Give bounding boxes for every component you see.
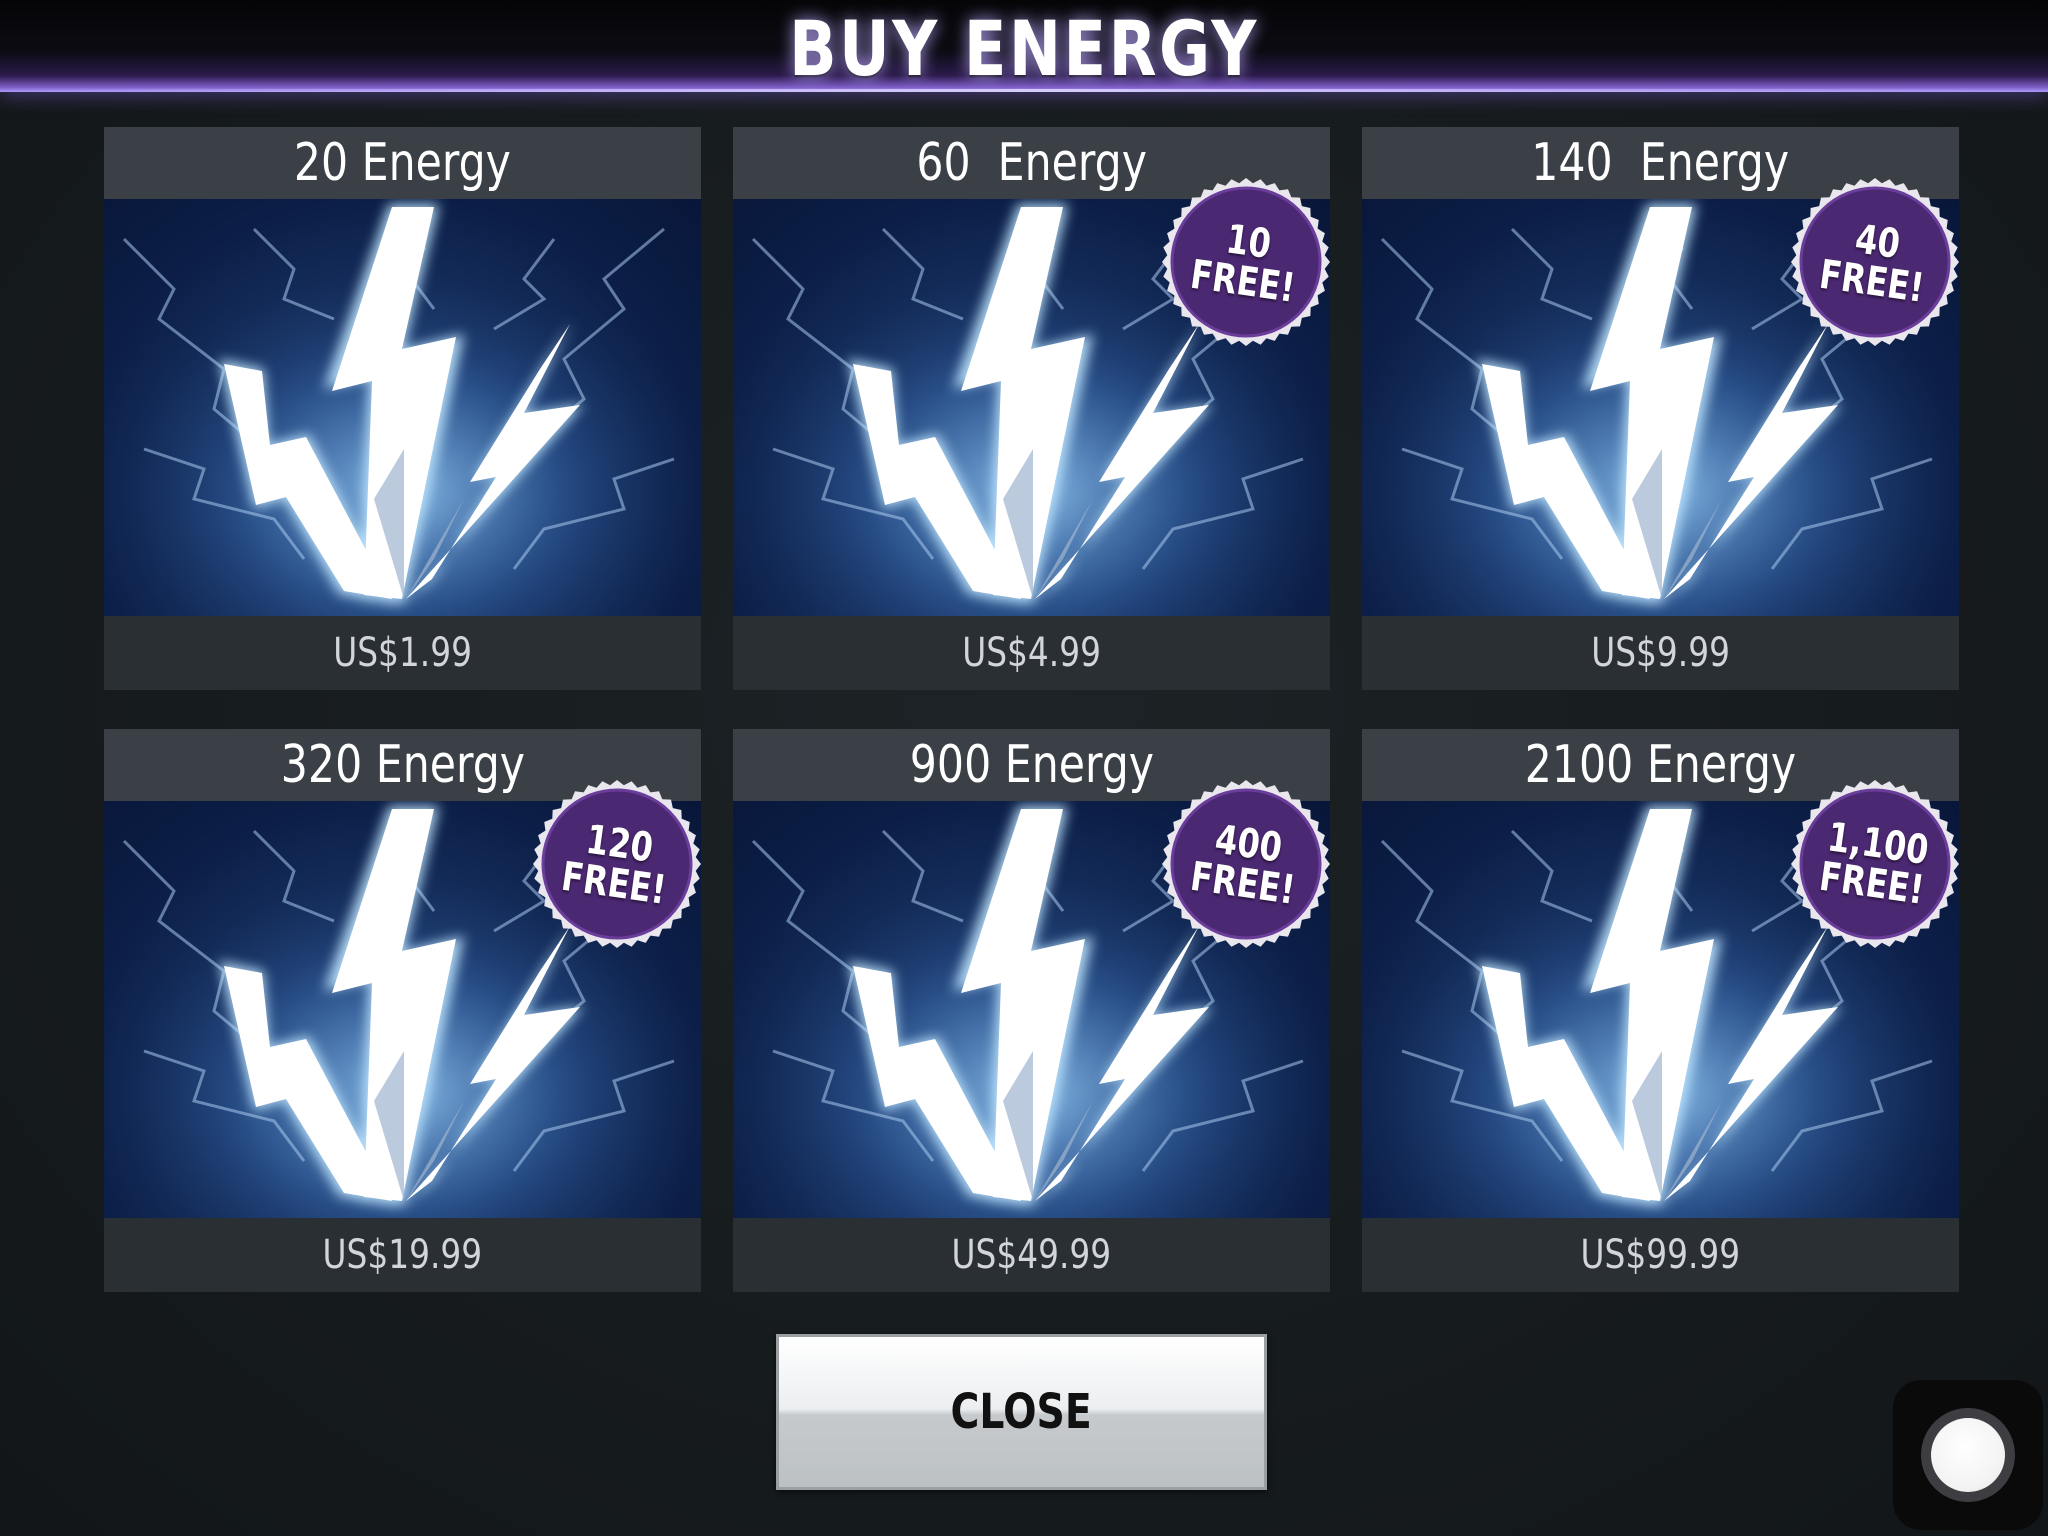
product-price: US$9.99: [1362, 616, 1959, 690]
product-card-900-energy[interactable]: 900 Energy US$49.99 400 FREE!: [733, 729, 1330, 1292]
assistive-touch-button[interactable]: [1893, 1380, 2043, 1530]
product-price: US$4.99: [733, 616, 1330, 690]
product-grid: 20 Energy US$1.99 60 Energy US$4.99 10 F…: [104, 127, 1960, 1295]
product-card-60-energy[interactable]: 60 Energy US$4.99 10 FREE!: [733, 127, 1330, 690]
bonus-badge: 120 FREE!: [532, 779, 702, 949]
bonus-label: FREE!: [1188, 251, 1299, 312]
close-button-label: CLOSE: [950, 1384, 1093, 1440]
close-button[interactable]: CLOSE: [776, 1334, 1267, 1490]
lightning-bolt-icon: [104, 199, 701, 616]
bonus-label: FREE!: [1188, 853, 1299, 914]
bonus-label: FREE!: [1817, 251, 1928, 312]
bonus-badge: 400 FREE!: [1161, 779, 1331, 949]
header-bar: BUY ENERGY: [0, 0, 2048, 93]
product-title: 20 Energy: [104, 127, 701, 199]
bonus-badge: 1,100 FREE!: [1790, 779, 1960, 949]
page-title: BUY ENERGY: [789, 4, 1259, 93]
bonus-badge: 40 FREE!: [1790, 177, 1960, 347]
product-card-320-energy[interactable]: 320 Energy US$19.99 120 FREE!: [104, 729, 701, 1292]
bonus-badge: 10 FREE!: [1161, 177, 1331, 347]
product-price: US$49.99: [733, 1218, 1330, 1292]
bonus-label: FREE!: [559, 853, 670, 914]
product-price: US$19.99: [104, 1218, 701, 1292]
assistive-touch-icon: [1921, 1408, 2015, 1502]
product-price: US$1.99: [104, 616, 701, 690]
product-card-2100-energy[interactable]: 2100 Energy US$99.99 1,100 FREE!: [1362, 729, 1959, 1292]
product-card-20-energy[interactable]: 20 Energy US$1.99: [104, 127, 701, 690]
product-price: US$99.99: [1362, 1218, 1959, 1292]
buy-energy-screen: BUY ENERGY 20 Energy US$1.99 60 Energy U…: [0, 0, 2048, 1536]
product-card-140-energy[interactable]: 140 Energy US$9.99 40 FREE!: [1362, 127, 1959, 690]
